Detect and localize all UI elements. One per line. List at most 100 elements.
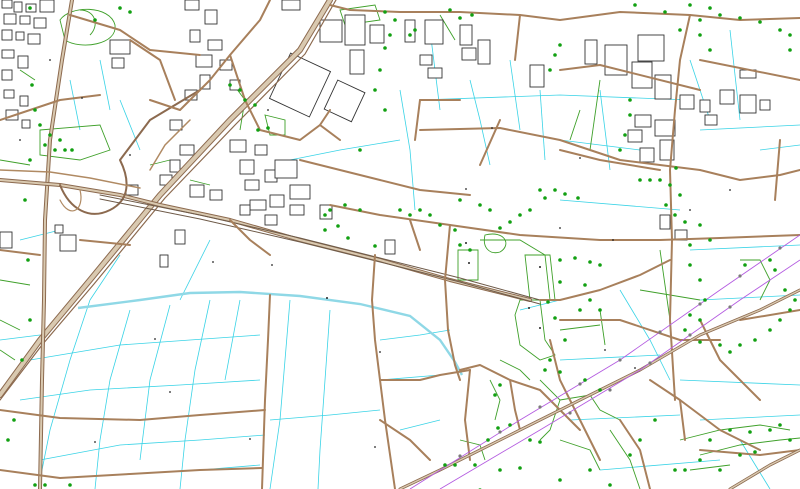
tree: [548, 358, 552, 362]
tree: [453, 463, 457, 467]
tree: [543, 196, 547, 200]
tree: [528, 208, 532, 212]
tree: [498, 383, 502, 387]
tree: [648, 178, 652, 182]
tree: [768, 258, 772, 262]
tree: [498, 468, 502, 472]
tree: [558, 43, 562, 47]
tree: [378, 68, 382, 72]
tree: [38, 123, 42, 127]
tree: [33, 483, 37, 487]
tree: [664, 203, 668, 207]
tree: [628, 98, 632, 102]
tree: [778, 423, 782, 427]
tree: [698, 458, 702, 462]
tree: [728, 350, 732, 354]
tree: [43, 143, 47, 147]
tree: [673, 213, 677, 217]
tree: [668, 183, 672, 187]
tree: [688, 3, 692, 7]
tree: [658, 178, 662, 182]
tree: [548, 68, 552, 72]
tree: [788, 48, 792, 52]
tree: [408, 213, 412, 217]
tree: [498, 226, 502, 230]
tree: [418, 208, 422, 212]
tree: [408, 33, 412, 37]
tree: [628, 113, 632, 117]
tree: [468, 248, 472, 252]
tree: [23, 198, 27, 202]
tree: [253, 103, 257, 107]
tree: [698, 223, 702, 227]
tree: [30, 83, 34, 87]
tree: [493, 393, 497, 397]
tree: [238, 88, 242, 92]
tree: [383, 108, 387, 112]
roads-layer[interactable]: [0, 0, 800, 489]
tree: [708, 438, 712, 442]
tree: [128, 10, 132, 14]
tree: [20, 358, 24, 362]
tree: [663, 10, 667, 14]
tree: [558, 478, 562, 482]
interchange[interactable]: [0, 89, 532, 302]
tree: [28, 6, 32, 10]
tree: [688, 313, 692, 317]
tree: [553, 53, 557, 57]
tree: [688, 263, 692, 267]
tree: [528, 438, 532, 442]
tree: [768, 328, 772, 332]
tree: [266, 126, 270, 130]
tree: [256, 128, 260, 132]
tree: [558, 370, 562, 374]
tree: [718, 468, 722, 472]
tree: [33, 108, 37, 112]
tree: [383, 10, 387, 14]
tree: [698, 278, 702, 282]
tree: [346, 236, 350, 240]
tree: [553, 188, 557, 192]
tree: [708, 238, 712, 242]
tree: [538, 440, 542, 444]
tree: [48, 133, 52, 137]
tree: [738, 343, 742, 347]
tree: [558, 258, 562, 262]
tree: [448, 8, 452, 12]
map-canvas[interactable]: [0, 0, 800, 489]
tree: [788, 438, 792, 442]
tree: [638, 438, 642, 442]
tree: [458, 16, 462, 20]
buildings-layer: [0, 0, 771, 268]
tree: [753, 338, 757, 342]
tree: [508, 423, 512, 427]
tree: [698, 33, 702, 37]
building-cluster-west: [0, 0, 139, 252]
tree: [598, 263, 602, 267]
tree: [336, 224, 340, 228]
tree: [553, 316, 557, 320]
power-pylons: [458, 246, 782, 458]
tree: [543, 368, 547, 372]
tree: [738, 16, 742, 20]
tree: [443, 463, 447, 467]
tree: [598, 388, 602, 392]
tree: [698, 340, 702, 344]
map-view[interactable]: [0, 0, 800, 489]
tree: [588, 298, 592, 302]
tree: [453, 228, 457, 232]
tree: [718, 343, 722, 347]
tree: [698, 318, 702, 322]
tree: [438, 223, 442, 227]
tree: [778, 28, 782, 32]
tree: [28, 318, 32, 322]
tree: [573, 256, 577, 260]
minor-roads[interactable]: [0, 0, 800, 489]
tree: [508, 220, 512, 224]
tree: [373, 244, 377, 248]
tree: [788, 308, 792, 312]
tree: [458, 243, 462, 247]
tree: [728, 428, 732, 432]
tree: [598, 308, 602, 312]
tree: [358, 148, 362, 152]
